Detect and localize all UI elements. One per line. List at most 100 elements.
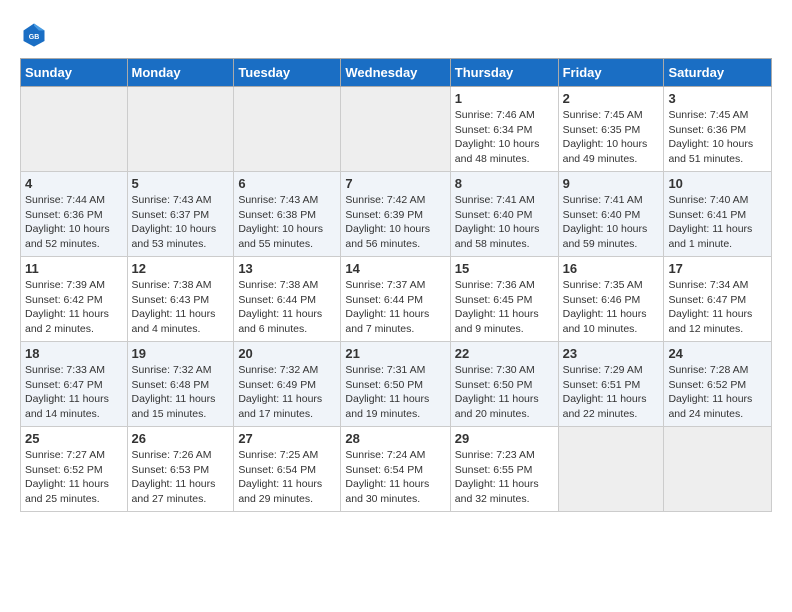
day-info: Sunrise: 7:34 AMSunset: 6:47 PMDaylight:…: [668, 278, 767, 337]
day-info: Sunrise: 7:31 AMSunset: 6:50 PMDaylight:…: [345, 363, 445, 422]
day-info: Sunrise: 7:33 AMSunset: 6:47 PMDaylight:…: [25, 363, 123, 422]
calendar-cell: 18 Sunrise: 7:33 AMSunset: 6:47 PMDayligh…: [21, 342, 128, 427]
day-number: 23: [563, 346, 660, 361]
day-number: 1: [455, 91, 554, 106]
day-number: 15: [455, 261, 554, 276]
svg-text:GB: GB: [29, 34, 40, 41]
day-info: Sunrise: 7:24 AMSunset: 6:54 PMDaylight:…: [345, 448, 445, 507]
day-number: 19: [132, 346, 230, 361]
calendar-cell: [21, 87, 128, 172]
day-info: Sunrise: 7:27 AMSunset: 6:52 PMDaylight:…: [25, 448, 123, 507]
day-info: Sunrise: 7:43 AMSunset: 6:38 PMDaylight:…: [238, 193, 336, 252]
day-info: Sunrise: 7:37 AMSunset: 6:44 PMDaylight:…: [345, 278, 445, 337]
day-number: 11: [25, 261, 123, 276]
day-info: Sunrise: 7:45 AMSunset: 6:36 PMDaylight:…: [668, 108, 767, 167]
day-info: Sunrise: 7:46 AMSunset: 6:34 PMDaylight:…: [455, 108, 554, 167]
day-header-saturday: Saturday: [664, 59, 772, 87]
day-info: Sunrise: 7:28 AMSunset: 6:52 PMDaylight:…: [668, 363, 767, 422]
calendar-cell: 22 Sunrise: 7:30 AMSunset: 6:50 PMDayligh…: [450, 342, 558, 427]
day-info: Sunrise: 7:30 AMSunset: 6:50 PMDaylight:…: [455, 363, 554, 422]
day-info: Sunrise: 7:43 AMSunset: 6:37 PMDaylight:…: [132, 193, 230, 252]
page-header: GB: [20, 20, 772, 48]
week-row-1: 1 Sunrise: 7:46 AMSunset: 6:34 PMDaylight…: [21, 87, 772, 172]
day-info: Sunrise: 7:25 AMSunset: 6:54 PMDaylight:…: [238, 448, 336, 507]
calendar-cell: 14Sunrise: 7:37 AMSunset: 6:44 PMDayligh…: [341, 257, 450, 342]
day-number: 16: [563, 261, 660, 276]
calendar-cell: [127, 87, 234, 172]
calendar-cell: 19 Sunrise: 7:32 AMSunset: 6:48 PMDayligh…: [127, 342, 234, 427]
calendar-cell: 13Sunrise: 7:38 AMSunset: 6:44 PMDayligh…: [234, 257, 341, 342]
calendar-cell: [234, 87, 341, 172]
day-number: 2: [563, 91, 660, 106]
calendar-cell: [664, 427, 772, 512]
calendar-cell: 16 Sunrise: 7:35 AMSunset: 6:46 PMDayligh…: [558, 257, 664, 342]
calendar: SundayMondayTuesdayWednesdayThursdayFrid…: [20, 58, 772, 512]
day-info: Sunrise: 7:35 AMSunset: 6:46 PMDaylight:…: [563, 278, 660, 337]
week-row-3: 11 Sunrise: 7:39 AMSunset: 6:42 PMDayligh…: [21, 257, 772, 342]
day-number: 24: [668, 346, 767, 361]
day-number: 6: [238, 176, 336, 191]
logo-icon: GB: [20, 20, 48, 48]
day-info: Sunrise: 7:41 AMSunset: 6:40 PMDaylight:…: [455, 193, 554, 252]
day-number: 7: [345, 176, 445, 191]
calendar-cell: 24 Sunrise: 7:28 AMSunset: 6:52 PMDayligh…: [664, 342, 772, 427]
week-row-4: 18 Sunrise: 7:33 AMSunset: 6:47 PMDayligh…: [21, 342, 772, 427]
day-number: 10: [668, 176, 767, 191]
day-header-wednesday: Wednesday: [341, 59, 450, 87]
day-number: 26: [132, 431, 230, 446]
day-header-friday: Friday: [558, 59, 664, 87]
day-info: Sunrise: 7:32 AMSunset: 6:49 PMDaylight:…: [238, 363, 336, 422]
calendar-header-row: SundayMondayTuesdayWednesdayThursdayFrid…: [21, 59, 772, 87]
day-info: Sunrise: 7:41 AMSunset: 6:40 PMDaylight:…: [563, 193, 660, 252]
calendar-cell: 21 Sunrise: 7:31 AMSunset: 6:50 PMDayligh…: [341, 342, 450, 427]
day-number: 17: [668, 261, 767, 276]
day-info: Sunrise: 7:29 AMSunset: 6:51 PMDaylight:…: [563, 363, 660, 422]
week-row-5: 25Sunrise: 7:27 AMSunset: 6:52 PMDayligh…: [21, 427, 772, 512]
calendar-cell: 29 Sunrise: 7:23 AMSunset: 6:55 PMDayligh…: [450, 427, 558, 512]
day-number: 29: [455, 431, 554, 446]
day-number: 8: [455, 176, 554, 191]
day-info: Sunrise: 7:38 AMSunset: 6:44 PMDaylight:…: [238, 278, 336, 337]
day-info: Sunrise: 7:45 AMSunset: 6:35 PMDaylight:…: [563, 108, 660, 167]
calendar-cell: 28 Sunrise: 7:24 AMSunset: 6:54 PMDayligh…: [341, 427, 450, 512]
day-number: 5: [132, 176, 230, 191]
day-number: 3: [668, 91, 767, 106]
day-number: 18: [25, 346, 123, 361]
day-info: Sunrise: 7:36 AMSunset: 6:45 PMDaylight:…: [455, 278, 554, 337]
day-number: 9: [563, 176, 660, 191]
calendar-cell: 25Sunrise: 7:27 AMSunset: 6:52 PMDayligh…: [21, 427, 128, 512]
day-number: 22: [455, 346, 554, 361]
calendar-cell: 23 Sunrise: 7:29 AMSunset: 6:51 PMDayligh…: [558, 342, 664, 427]
calendar-cell: 11 Sunrise: 7:39 AMSunset: 6:42 PMDayligh…: [21, 257, 128, 342]
calendar-cell: 20 Sunrise: 7:32 AMSunset: 6:49 PMDayligh…: [234, 342, 341, 427]
calendar-cell: 4 Sunrise: 7:44 AMSunset: 6:36 PMDaylight…: [21, 172, 128, 257]
calendar-cell: 15 Sunrise: 7:36 AMSunset: 6:45 PMDayligh…: [450, 257, 558, 342]
calendar-cell: 5 Sunrise: 7:43 AMSunset: 6:37 PMDaylight…: [127, 172, 234, 257]
day-info: Sunrise: 7:32 AMSunset: 6:48 PMDaylight:…: [132, 363, 230, 422]
day-number: 12: [132, 261, 230, 276]
calendar-cell: 10Sunrise: 7:40 AMSunset: 6:41 PMDayligh…: [664, 172, 772, 257]
calendar-cell: 26Sunrise: 7:26 AMSunset: 6:53 PMDayligh…: [127, 427, 234, 512]
day-info: Sunrise: 7:23 AMSunset: 6:55 PMDaylight:…: [455, 448, 554, 507]
day-number: 21: [345, 346, 445, 361]
logo: GB: [20, 20, 52, 48]
week-row-2: 4 Sunrise: 7:44 AMSunset: 6:36 PMDaylight…: [21, 172, 772, 257]
calendar-cell: 12 Sunrise: 7:38 AMSunset: 6:43 PMDayligh…: [127, 257, 234, 342]
day-number: 27: [238, 431, 336, 446]
calendar-cell: 6 Sunrise: 7:43 AMSunset: 6:38 PMDaylight…: [234, 172, 341, 257]
calendar-cell: 7Sunrise: 7:42 AMSunset: 6:39 PMDaylight…: [341, 172, 450, 257]
calendar-cell: 2 Sunrise: 7:45 AMSunset: 6:35 PMDaylight…: [558, 87, 664, 172]
day-header-tuesday: Tuesday: [234, 59, 341, 87]
day-number: 20: [238, 346, 336, 361]
calendar-cell: [341, 87, 450, 172]
day-number: 4: [25, 176, 123, 191]
day-info: Sunrise: 7:39 AMSunset: 6:42 PMDaylight:…: [25, 278, 123, 337]
calendar-cell: [558, 427, 664, 512]
day-header-sunday: Sunday: [21, 59, 128, 87]
calendar-cell: 17 Sunrise: 7:34 AMSunset: 6:47 PMDayligh…: [664, 257, 772, 342]
calendar-cell: 27 Sunrise: 7:25 AMSunset: 6:54 PMDayligh…: [234, 427, 341, 512]
day-info: Sunrise: 7:44 AMSunset: 6:36 PMDaylight:…: [25, 193, 123, 252]
day-number: 28: [345, 431, 445, 446]
day-info: Sunrise: 7:38 AMSunset: 6:43 PMDaylight:…: [132, 278, 230, 337]
day-header-monday: Monday: [127, 59, 234, 87]
